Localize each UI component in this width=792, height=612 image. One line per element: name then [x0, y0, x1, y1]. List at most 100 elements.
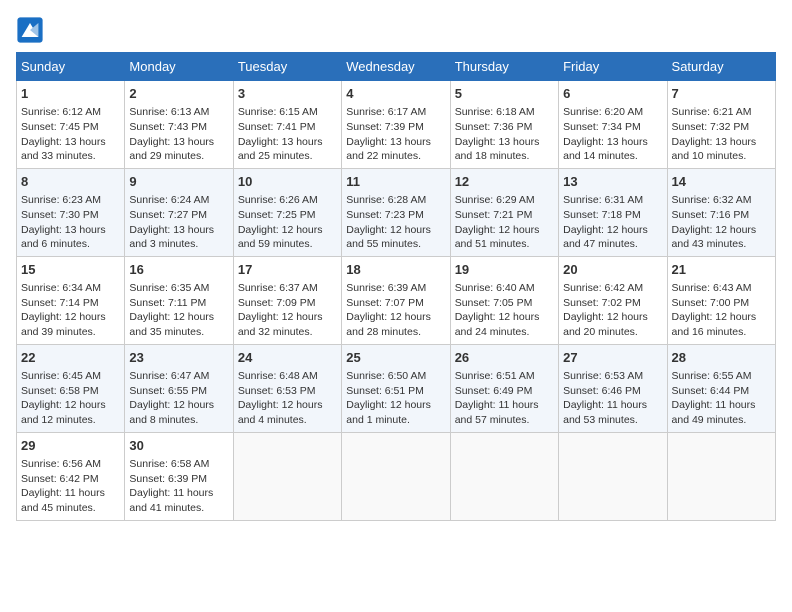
day-info: Sunrise: 6:51 AMSunset: 6:49 PMDaylight:…: [455, 369, 554, 428]
calendar-cell: 15Sunrise: 6:34 AMSunset: 7:14 PMDayligh…: [17, 256, 125, 344]
day-number: 8: [21, 173, 120, 191]
day-info: Sunrise: 6:31 AMSunset: 7:18 PMDaylight:…: [563, 193, 662, 252]
calendar-cell: [233, 432, 341, 520]
day-number: 24: [238, 349, 337, 367]
day-number: 25: [346, 349, 445, 367]
calendar-cell: 14 Sunrise: 6:32 AMSunset: 7:16 PMDayligh…: [667, 168, 775, 256]
calendar-cell: [559, 432, 667, 520]
calendar-cell: 2 Sunrise: 6:13 AMSunset: 7:43 PMDaylight…: [125, 81, 233, 169]
day-info: Sunrise: 6:18 AMSunset: 7:36 PMDaylight:…: [455, 105, 554, 164]
calendar-cell: 1 Sunrise: 6:12 AMSunset: 7:45 PMDaylight…: [17, 81, 125, 169]
calendar-body: 1 Sunrise: 6:12 AMSunset: 7:45 PMDaylight…: [17, 81, 776, 521]
calendar-cell: 17 Sunrise: 6:37 AMSunset: 7:09 PMDayligh…: [233, 256, 341, 344]
day-info: Sunrise: 6:34 AMSunset: 7:14 PMDaylight:…: [21, 281, 120, 340]
day-number: 12: [455, 173, 554, 191]
day-number: 1: [21, 85, 120, 103]
day-number: 27: [563, 349, 662, 367]
day-number: 11: [346, 173, 445, 191]
day-info: Sunrise: 6:26 AMSunset: 7:25 PMDaylight:…: [238, 193, 337, 252]
calendar-cell: 23 Sunrise: 6:47 AMSunset: 6:55 PMDayligh…: [125, 344, 233, 432]
day-number: 14: [672, 173, 771, 191]
day-number: 20: [563, 261, 662, 279]
calendar-cell: 21 Sunrise: 6:43 AMSunset: 7:00 PMDayligh…: [667, 256, 775, 344]
day-info: Sunrise: 6:21 AMSunset: 7:32 PMDaylight:…: [672, 105, 771, 164]
day-number: 21: [672, 261, 771, 279]
calendar-cell: 8Sunrise: 6:23 AMSunset: 7:30 PMDaylight…: [17, 168, 125, 256]
calendar-cell: 9 Sunrise: 6:24 AMSunset: 7:27 PMDaylight…: [125, 168, 233, 256]
day-info: Sunrise: 6:35 AMSunset: 7:11 PMDaylight:…: [129, 281, 228, 340]
day-number: 19: [455, 261, 554, 279]
logo: [16, 16, 48, 44]
day-number: 10: [238, 173, 337, 191]
calendar-row: 22 Sunrise: 6:45 AMSunset: 6:58 PMDayligh…: [17, 344, 776, 432]
day-number: 29: [21, 437, 120, 455]
day-number: 17: [238, 261, 337, 279]
day-number: 6: [563, 85, 662, 103]
calendar-cell: [450, 432, 558, 520]
day-number: 23: [129, 349, 228, 367]
day-info: Sunrise: 6:15 AMSunset: 7:41 PMDaylight:…: [238, 105, 337, 164]
day-info: Sunrise: 6:45 AMSunset: 6:58 PMDaylight:…: [21, 369, 120, 428]
col-sunday: Sunday: [17, 53, 125, 81]
calendar-cell: [667, 432, 775, 520]
day-number: 5: [455, 85, 554, 103]
page-header: [16, 16, 776, 44]
day-info: Sunrise: 6:56 AMSunset: 6:42 PMDaylight:…: [21, 457, 120, 516]
calendar-cell: 28 Sunrise: 6:55 AMSunset: 6:44 PMDayligh…: [667, 344, 775, 432]
calendar-cell: 22 Sunrise: 6:45 AMSunset: 6:58 PMDayligh…: [17, 344, 125, 432]
day-number: 16: [129, 261, 228, 279]
day-number: 22: [21, 349, 120, 367]
calendar-cell: 24 Sunrise: 6:48 AMSunset: 6:53 PMDayligh…: [233, 344, 341, 432]
col-wednesday: Wednesday: [342, 53, 450, 81]
day-info: Sunrise: 6:24 AMSunset: 7:27 PMDaylight:…: [129, 193, 228, 252]
day-info: Sunrise: 6:39 AMSunset: 7:07 PMDaylight:…: [346, 281, 445, 340]
day-number: 28: [672, 349, 771, 367]
col-saturday: Saturday: [667, 53, 775, 81]
calendar-cell: 11 Sunrise: 6:28 AMSunset: 7:23 PMDayligh…: [342, 168, 450, 256]
day-info: Sunrise: 6:48 AMSunset: 6:53 PMDaylight:…: [238, 369, 337, 428]
day-info: Sunrise: 6:13 AMSunset: 7:43 PMDaylight:…: [129, 105, 228, 164]
col-thursday: Thursday: [450, 53, 558, 81]
day-info: Sunrise: 6:47 AMSunset: 6:55 PMDaylight:…: [129, 369, 228, 428]
day-info: Sunrise: 6:53 AMSunset: 6:46 PMDaylight:…: [563, 369, 662, 428]
calendar-cell: 6 Sunrise: 6:20 AMSunset: 7:34 PMDaylight…: [559, 81, 667, 169]
day-info: Sunrise: 6:29 AMSunset: 7:21 PMDaylight:…: [455, 193, 554, 252]
day-number: 13: [563, 173, 662, 191]
day-info: Sunrise: 6:37 AMSunset: 7:09 PMDaylight:…: [238, 281, 337, 340]
day-number: 9: [129, 173, 228, 191]
calendar-cell: [342, 432, 450, 520]
calendar-cell: 13 Sunrise: 6:31 AMSunset: 7:18 PMDayligh…: [559, 168, 667, 256]
day-info: Sunrise: 6:55 AMSunset: 6:44 PMDaylight:…: [672, 369, 771, 428]
calendar-cell: 20 Sunrise: 6:42 AMSunset: 7:02 PMDayligh…: [559, 256, 667, 344]
day-info: Sunrise: 6:43 AMSunset: 7:00 PMDaylight:…: [672, 281, 771, 340]
day-info: Sunrise: 6:42 AMSunset: 7:02 PMDaylight:…: [563, 281, 662, 340]
day-number: 4: [346, 85, 445, 103]
col-tuesday: Tuesday: [233, 53, 341, 81]
day-number: 7: [672, 85, 771, 103]
day-number: 26: [455, 349, 554, 367]
calendar-cell: 18Sunrise: 6:39 AMSunset: 7:07 PMDayligh…: [342, 256, 450, 344]
calendar-row: 8Sunrise: 6:23 AMSunset: 7:30 PMDaylight…: [17, 168, 776, 256]
calendar-table: Sunday Monday Tuesday Wednesday Thursday…: [16, 52, 776, 521]
calendar-cell: 7 Sunrise: 6:21 AMSunset: 7:32 PMDaylight…: [667, 81, 775, 169]
calendar-cell: 5 Sunrise: 6:18 AMSunset: 7:36 PMDaylight…: [450, 81, 558, 169]
calendar-cell: 16 Sunrise: 6:35 AMSunset: 7:11 PMDayligh…: [125, 256, 233, 344]
day-number: 2: [129, 85, 228, 103]
day-number: 30: [129, 437, 228, 455]
calendar-row: 15Sunrise: 6:34 AMSunset: 7:14 PMDayligh…: [17, 256, 776, 344]
col-monday: Monday: [125, 53, 233, 81]
calendar-row: 29 Sunrise: 6:56 AMSunset: 6:42 PMDayligh…: [17, 432, 776, 520]
calendar-row: 1 Sunrise: 6:12 AMSunset: 7:45 PMDaylight…: [17, 81, 776, 169]
calendar-cell: 27 Sunrise: 6:53 AMSunset: 6:46 PMDayligh…: [559, 344, 667, 432]
day-info: Sunrise: 6:32 AMSunset: 7:16 PMDaylight:…: [672, 193, 771, 252]
day-info: Sunrise: 6:58 AMSunset: 6:39 PMDaylight:…: [129, 457, 228, 516]
calendar-cell: 30 Sunrise: 6:58 AMSunset: 6:39 PMDayligh…: [125, 432, 233, 520]
day-info: Sunrise: 6:40 AMSunset: 7:05 PMDaylight:…: [455, 281, 554, 340]
day-info: Sunrise: 6:12 AMSunset: 7:45 PMDaylight:…: [21, 105, 120, 164]
day-info: Sunrise: 6:20 AMSunset: 7:34 PMDaylight:…: [563, 105, 662, 164]
calendar-cell: 3Sunrise: 6:15 AMSunset: 7:41 PMDaylight…: [233, 81, 341, 169]
day-info: Sunrise: 6:28 AMSunset: 7:23 PMDaylight:…: [346, 193, 445, 252]
calendar-cell: 12 Sunrise: 6:29 AMSunset: 7:21 PMDayligh…: [450, 168, 558, 256]
logo-icon: [16, 16, 44, 44]
header-row: Sunday Monday Tuesday Wednesday Thursday…: [17, 53, 776, 81]
